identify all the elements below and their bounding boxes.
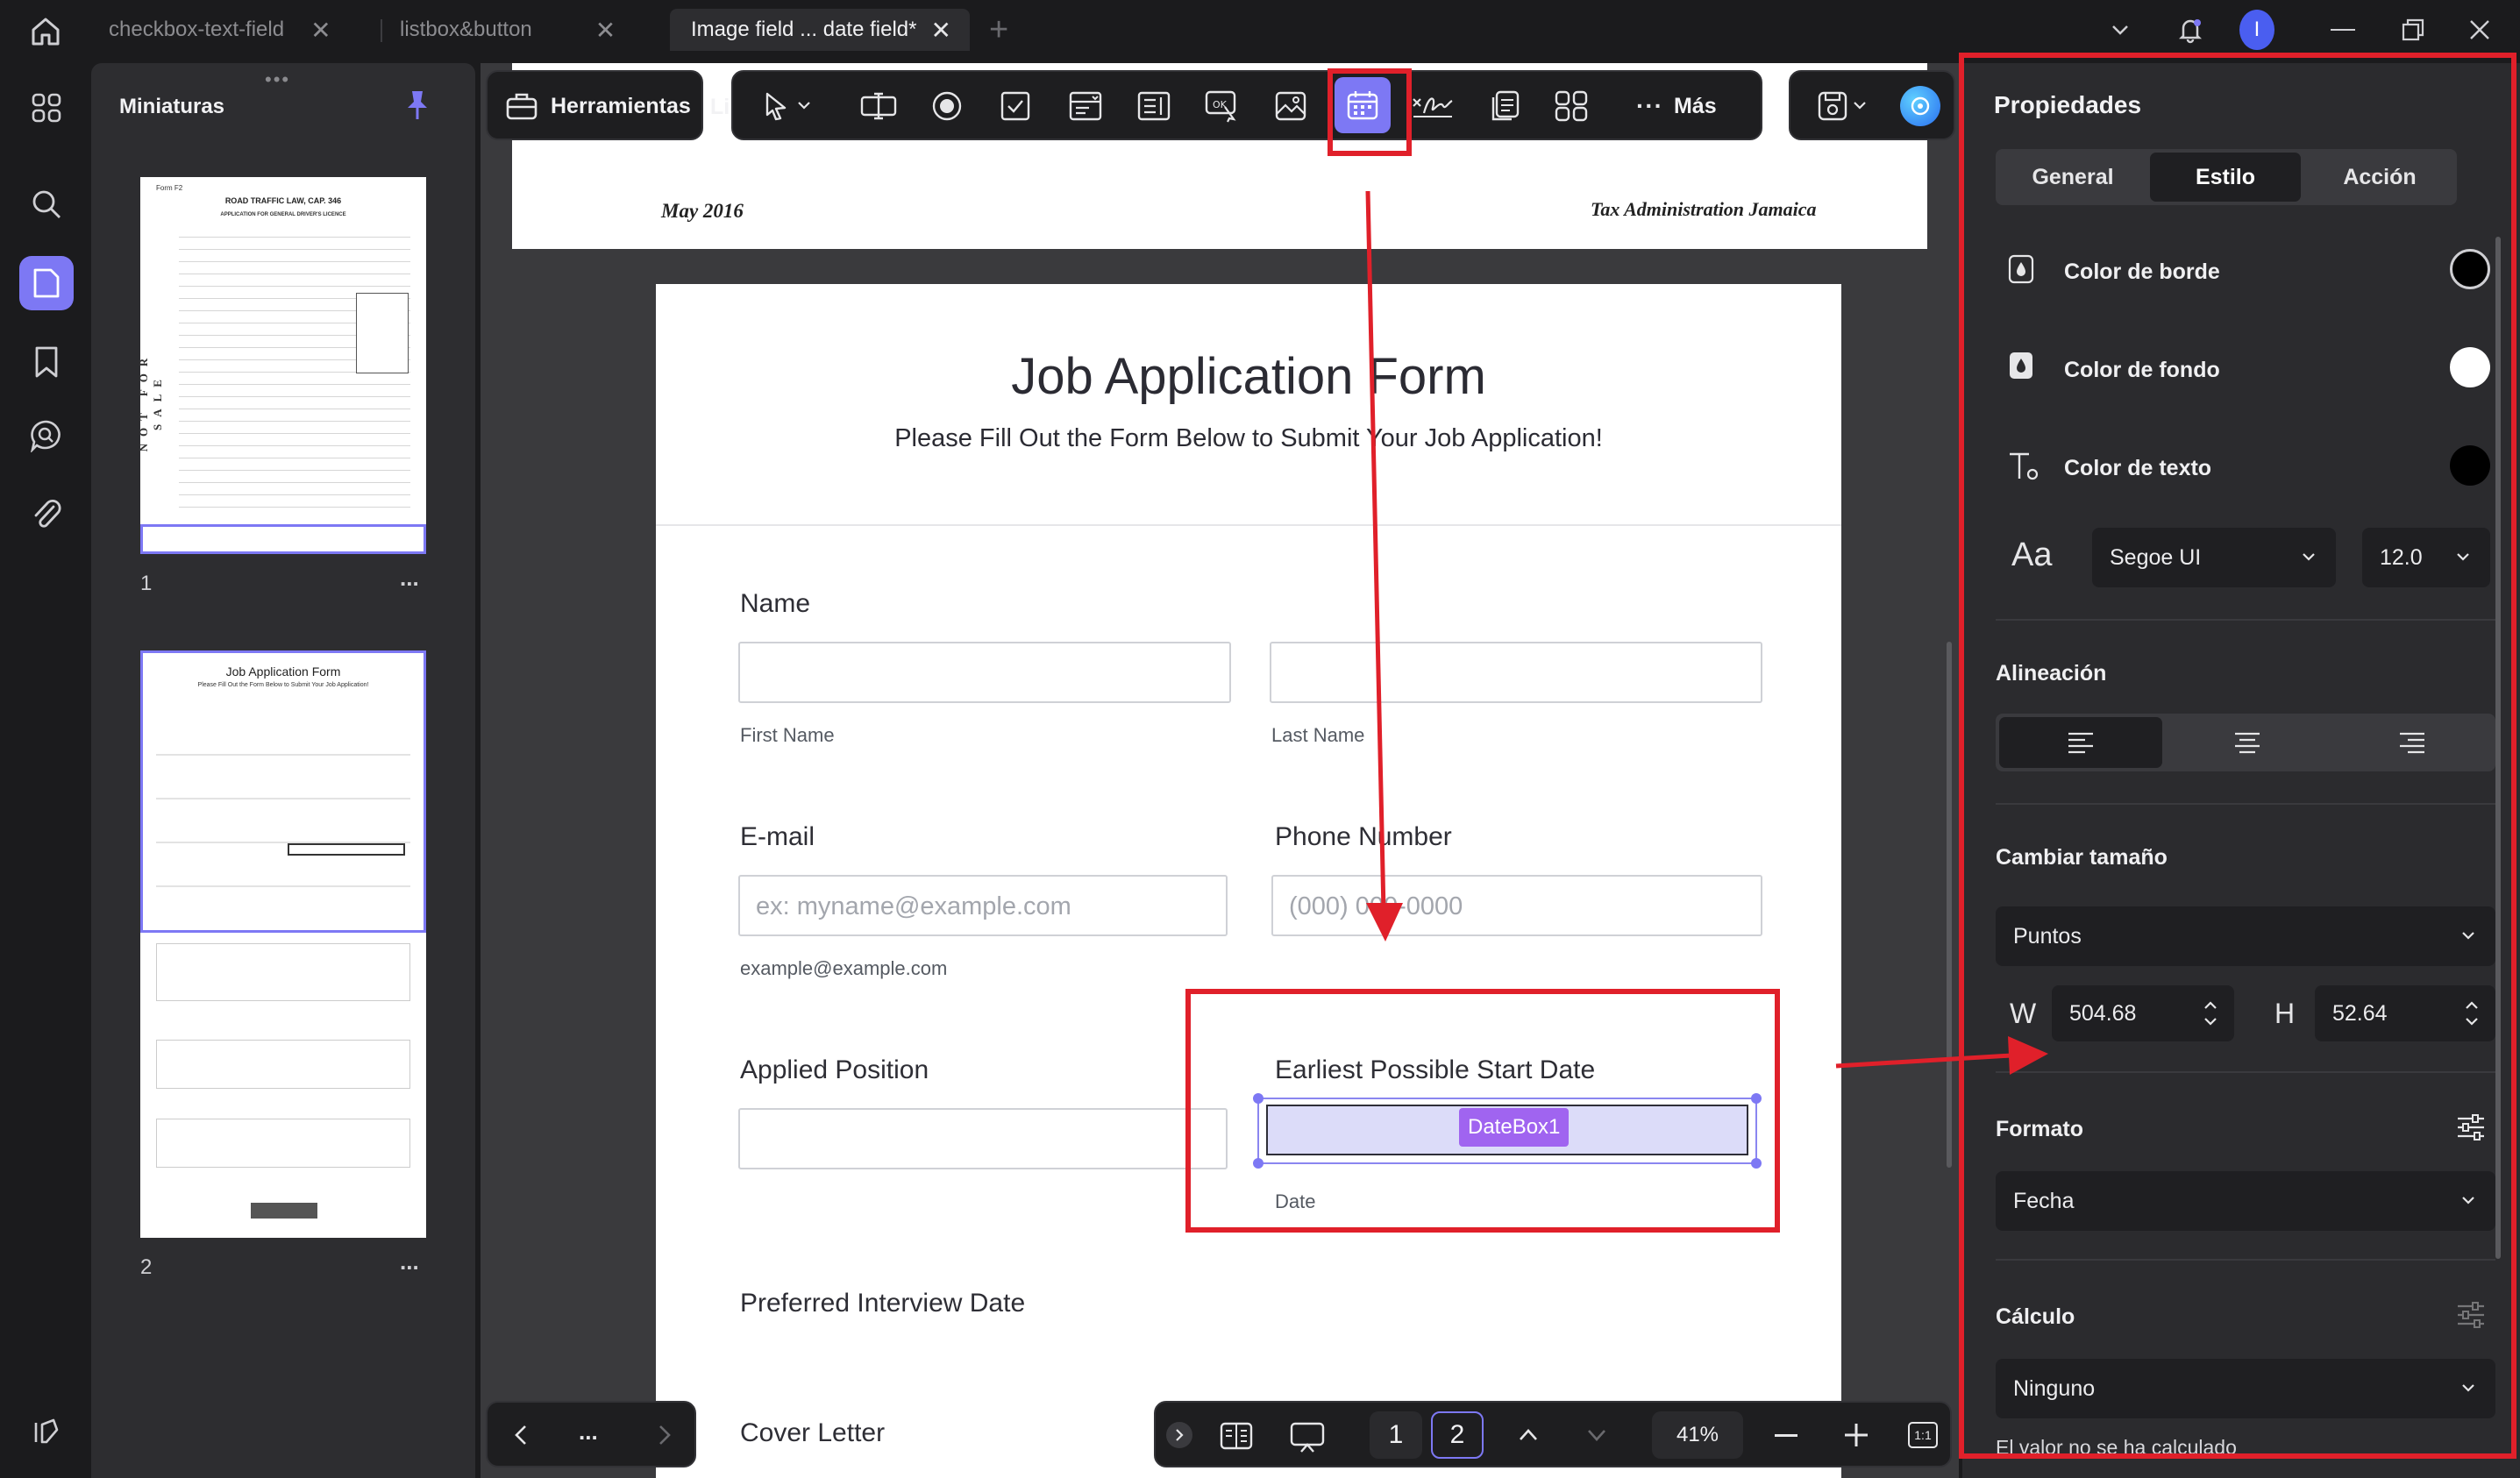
annotation-arrows <box>1365 190 2048 1075</box>
